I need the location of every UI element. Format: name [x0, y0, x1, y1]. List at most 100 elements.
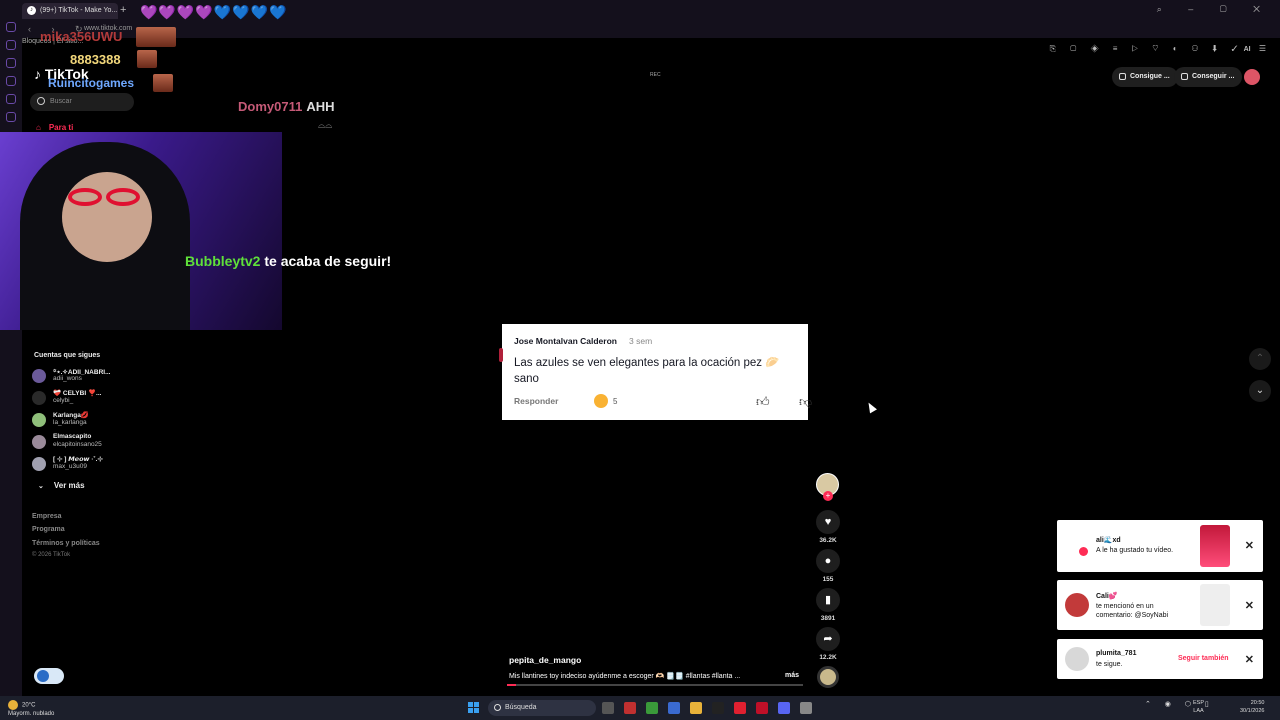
tab-hearts-decoration: 💜💜💜💜💙💙💙💙: [140, 4, 288, 20]
app-icon: [624, 702, 636, 714]
comment-icon[interactable]: ●: [816, 549, 840, 573]
coin-icon: [1119, 73, 1126, 80]
previous-video-button[interactable]: ⌃: [1249, 348, 1271, 370]
close-icon[interactable]: ✕: [1245, 653, 1254, 666]
toggle-knob: [37, 670, 49, 682]
close-icon[interactable]: ✕: [1245, 539, 1254, 552]
followed-account[interactable]: Karlanga💋 la_karlanga: [32, 410, 152, 430]
music-disc-icon[interactable]: [817, 666, 839, 688]
weather-widget[interactable]: 20°C Mayorm. nublado: [8, 700, 54, 718]
phone-icon: [1181, 73, 1188, 80]
chat-emote: ⌓⌓: [318, 120, 333, 130]
video-thumbnail: [1200, 584, 1230, 626]
capcut-icon: [712, 702, 724, 714]
nav-for-you[interactable]: ⌂ Para ti: [36, 123, 73, 132]
language-indicator[interactable]: ESP LAA: [1193, 699, 1204, 715]
card-accent: [499, 348, 503, 362]
theme-toggle[interactable]: [34, 668, 64, 684]
comment-count: 155: [822, 576, 834, 583]
notification-mention[interactable]: Cali💕 te mencionó en un comentario: @Soy…: [1057, 580, 1263, 630]
footer-link-program[interactable]: Programa: [32, 526, 65, 533]
close-icon[interactable]: ✕: [1245, 599, 1254, 612]
next-video-button[interactable]: ⌄: [1249, 380, 1271, 402]
video-description: Mis llantines toy indeciso ayúdenme a es…: [509, 673, 741, 680]
stream-overlay-number: 8883388: [70, 52, 121, 67]
sidebar-app-icon[interactable]: [6, 40, 16, 50]
search-input[interactable]: Buscar: [30, 93, 134, 111]
new-tab-icon[interactable]: +: [120, 4, 126, 16]
video-thumbnail: [1200, 525, 1230, 567]
share-arrow-icon[interactable]: ➦: [816, 627, 840, 651]
emote-image: [137, 50, 157, 68]
reaction-count: 5: [613, 397, 618, 406]
follow-back-button[interactable]: Seguir también: [1178, 655, 1229, 662]
profile-avatar[interactable]: [1244, 69, 1260, 85]
footer-link-terms[interactable]: Términos y políticas: [32, 540, 100, 547]
share-count: 12.2K: [819, 654, 837, 661]
followed-account[interactable]: ❤️‍🩹 CELYBI ❣️... celybi_: [32, 388, 152, 408]
streamer-webcam: [0, 132, 282, 330]
avatar: [32, 413, 46, 427]
see-more-button[interactable]: ⌄ Ver más: [38, 481, 85, 490]
stream-overlay-username-2: Ruincitogames: [48, 76, 135, 90]
follow-alert: Bubbleytv2 te acaba de seguir!: [185, 253, 392, 269]
emote-image: [136, 27, 176, 47]
windows-start-icon[interactable]: [468, 702, 480, 714]
followed-account[interactable]: ꙳⋆.✧ADII_NABRI... adii_wons: [32, 366, 152, 386]
more-button[interactable]: más: [785, 672, 799, 679]
thumbs-up-icon[interactable]: 👍︎: [756, 394, 770, 410]
thumbs-down-icon[interactable]: 👎︎: [799, 394, 812, 410]
laughing-emoji-icon: [594, 394, 608, 408]
tiktok-favicon-icon: ♪: [27, 6, 36, 15]
follow-plus-icon[interactable]: +: [823, 491, 833, 501]
video-progress-bar[interactable]: [507, 684, 803, 686]
minecraft-icon: [646, 702, 658, 714]
chat-message: Domy0711 AHH: [238, 99, 335, 114]
sidebar-app-icon[interactable]: [6, 76, 16, 86]
like-heart-icon[interactable]: ♥: [816, 510, 840, 534]
video-author[interactable]: pepita_de_mango: [509, 655, 581, 665]
sidebar-app-icon[interactable]: [6, 112, 16, 122]
reply-button[interactable]: Responder: [514, 396, 558, 406]
browser-tab-tiktok[interactable]: ♪ (99+) TikTok - Make Yo...: [22, 3, 118, 19]
avatar: [32, 391, 46, 405]
followed-account[interactable]: Elmascapito elcapitoinsano25: [32, 432, 152, 452]
emote-image: [153, 74, 173, 92]
app-icon: [734, 702, 746, 714]
comment-username[interactable]: Jose Montalvan Calderon: [514, 336, 617, 346]
sidebar-app-icon[interactable]: [6, 22, 16, 32]
search-icon: [494, 704, 501, 711]
sidebar-app-icon[interactable]: [6, 94, 16, 104]
extension-icons[interactable]: ⎘ ▢ ◈ ≡ ▷ ♡ ◐ ⚇ ⬇ ✓AI ☰: [1050, 44, 1272, 54]
taskbar-apps[interactable]: [602, 701, 822, 719]
followed-account[interactable]: [ ⊹ ] 𝙈𝙚𝙤𝙬 ·˚.⊹ max_u3u09: [32, 454, 152, 474]
footer-link-company[interactable]: Empresa: [32, 513, 62, 520]
notification-follow[interactable]: plumita_781 te sigue. Seguir también ✕: [1057, 639, 1263, 679]
file-explorer-icon: [690, 702, 702, 714]
task-view-icon: [602, 702, 614, 714]
opera-sidebar: [0, 0, 22, 696]
progress-fill: [507, 684, 516, 686]
clock[interactable]: 20:50 30/1/2026: [1240, 699, 1264, 715]
discord-icon: [778, 702, 790, 714]
app-icon: [668, 702, 680, 714]
screen: ♪ (99+) TikTok - Make Yo... + 💜💜💜💜💙💙💙💙 ⌕…: [0, 0, 1280, 720]
notification-like[interactable]: ali🌊xd A le ha gustado tu vídeo. ✕: [1057, 520, 1263, 572]
following-header: Cuentas que sigues: [34, 352, 101, 359]
opera-icon: [756, 702, 768, 714]
system-tray-icons[interactable]: ⌃ ◉ ⬡ ▯: [1145, 700, 1215, 708]
chevron-down-icon: ⌄: [38, 483, 44, 490]
webcam-face: [62, 172, 152, 262]
search-icon: [37, 97, 45, 105]
heart-glasses: [68, 188, 148, 208]
get-app-button[interactable]: Conseguir ...: [1174, 67, 1243, 87]
get-coins-button[interactable]: Consigue ...: [1112, 67, 1178, 87]
bookmark-icon[interactable]: ▮: [816, 588, 840, 612]
save-count: 3891: [820, 615, 836, 622]
taskbar-search-input[interactable]: Búsqueda: [488, 700, 596, 716]
like-count: 36.2K: [819, 537, 837, 544]
copyright: © 2026 TikTok: [32, 552, 71, 558]
sidebar-app-icon[interactable]: [6, 58, 16, 68]
window-controls[interactable]: ⌕ – ▢ ✕: [1157, 4, 1272, 15]
avatar: [32, 369, 46, 383]
